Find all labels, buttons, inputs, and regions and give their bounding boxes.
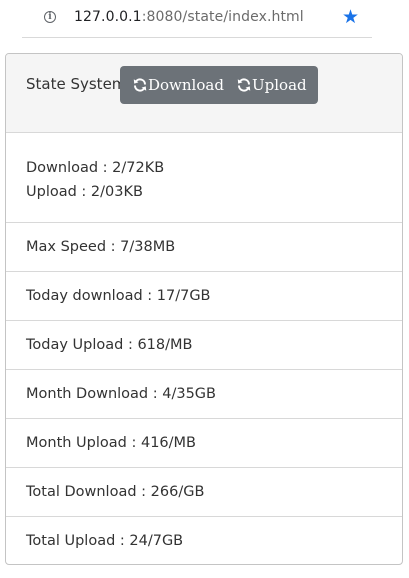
total-download-stat: Total Download : 266/GB [26, 484, 205, 500]
refresh-icon [237, 78, 251, 92]
max-speed-stat: Max Speed : 7/38MB [26, 239, 176, 255]
download-button-label: Download [148, 76, 224, 94]
list-item-month-download: Month Download : 4/35GB [6, 370, 402, 419]
upload-stat: Upload : 2/03KB [26, 184, 143, 200]
panel-header: State System Download Upload [6, 54, 402, 133]
list-item-month-upload: Month Upload : 416/MB [6, 419, 402, 468]
info-icon[interactable]: i [44, 11, 56, 23]
list-item-today-download: Today download : 17/7GB [6, 272, 402, 321]
list-item-total-download: Total Download : 266/GB [6, 468, 402, 517]
url-path: :8080/state/index.html [141, 9, 304, 25]
state-panel: State System Download Upload Download: … [5, 53, 403, 565]
action-button-group: Download Upload [120, 66, 318, 104]
upload-button[interactable]: Upload [229, 66, 318, 104]
list-item-today-upload: Today Upload : 618/MB [6, 321, 402, 370]
url-host: 127.0.0.1 [74, 9, 142, 25]
upload-button-label: Upload [252, 76, 307, 94]
today-upload-stat: Today Upload : 618/MB [26, 337, 193, 353]
bookmark-star-icon[interactable]: ★ [342, 6, 359, 28]
total-upload-stat: Total Upload : 24/7GB [26, 533, 184, 549]
month-download-stat: Month Download : 4/35GB [26, 386, 216, 402]
browser-address-bar[interactable]: i 127.0.0.1:8080/state/index.html ★ [22, 0, 372, 38]
refresh-icon [133, 78, 147, 92]
today-download-stat: Today download : 17/7GB [26, 288, 211, 304]
download-button[interactable]: Download [120, 66, 229, 104]
list-item-max-speed: Max Speed : 7/38MB [6, 223, 402, 272]
list-item-current-transfer: Download : 2/72KB Upload : 2/03KB [6, 133, 402, 223]
month-upload-stat: Month Upload : 416/MB [26, 435, 196, 451]
download-stat: Download : 2/72KB [26, 160, 165, 176]
list-item-total-upload: Total Upload : 24/7GB [6, 517, 402, 564]
panel-title: State System [26, 75, 127, 93]
url-text[interactable]: 127.0.0.1:8080/state/index.html [74, 9, 304, 25]
